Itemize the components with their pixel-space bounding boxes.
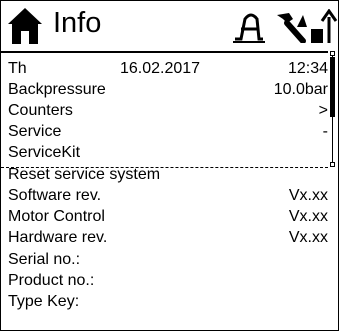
weekday-label: Th <box>8 60 27 77</box>
software-rev-label: Software rev. <box>8 187 102 204</box>
hardware-rev-label: Hardware rev. <box>8 229 108 246</box>
display-screen: Info Th 16.02.2017 12:34 Backpressure 10… <box>0 0 339 331</box>
type-key-row: Type Key: <box>8 291 328 312</box>
menu-item-label: Backpressure <box>8 81 106 98</box>
motor-control-row: Motor Control Vx.xx <box>8 206 328 227</box>
home-icon[interactable] <box>8 7 42 44</box>
unload-arrow-icon <box>311 9 338 43</box>
reset-service-label: Reset service system <box>8 166 161 183</box>
menu-item-label: Service <box>8 123 62 140</box>
menu-item-servicekit[interactable]: ServiceKit <box>8 142 328 163</box>
scroll-down-marker[interactable] <box>330 162 335 167</box>
menu-item-service[interactable]: Service - <box>8 121 328 142</box>
scroll-thumb[interactable] <box>330 57 335 117</box>
menu-item-counters[interactable]: Counters > <box>8 100 328 121</box>
type-key-label: Type Key: <box>8 293 80 310</box>
date-value: 16.02.2017 <box>120 60 201 77</box>
page-title: Info <box>53 7 102 39</box>
scrollbar[interactable] <box>328 51 338 168</box>
compressor-icon <box>233 13 265 43</box>
date-time-row: Th 16.02.2017 12:34 <box>8 58 328 79</box>
scroll-up-marker[interactable] <box>330 51 335 56</box>
software-rev-row: Software rev. Vx.xx <box>8 185 328 206</box>
time-value: 12:34 <box>287 60 328 77</box>
submenu-arrow: > <box>318 102 328 119</box>
menu-item-label: Counters <box>8 102 73 119</box>
service-wrench-icon <box>277 13 307 43</box>
product-no-label: Product no.: <box>8 272 95 289</box>
product-no-row: Product no.: <box>8 270 328 291</box>
serial-no-row: Serial no.: <box>8 249 328 270</box>
hardware-rev-row: Hardware rev. Vx.xx <box>8 227 328 248</box>
reset-service-row[interactable]: Reset service system <box>8 164 328 185</box>
menu-item-backpressure[interactable]: Backpressure 10.0bar <box>8 79 328 100</box>
menu-item-value: - <box>322 123 328 140</box>
menu-item-label: ServiceKit <box>8 144 81 161</box>
hardware-rev-value: Vx.xx <box>288 229 328 246</box>
motor-control-label: Motor Control <box>8 208 105 225</box>
status-icon-group <box>233 9 338 43</box>
header-bar: Info <box>1 1 338 51</box>
software-rev-value: Vx.xx <box>288 187 328 204</box>
serial-no-label: Serial no.: <box>8 251 81 268</box>
motor-control-value: Vx.xx <box>288 208 328 225</box>
header-divider <box>1 51 328 53</box>
menu-item-value: 10.0bar <box>273 81 328 98</box>
